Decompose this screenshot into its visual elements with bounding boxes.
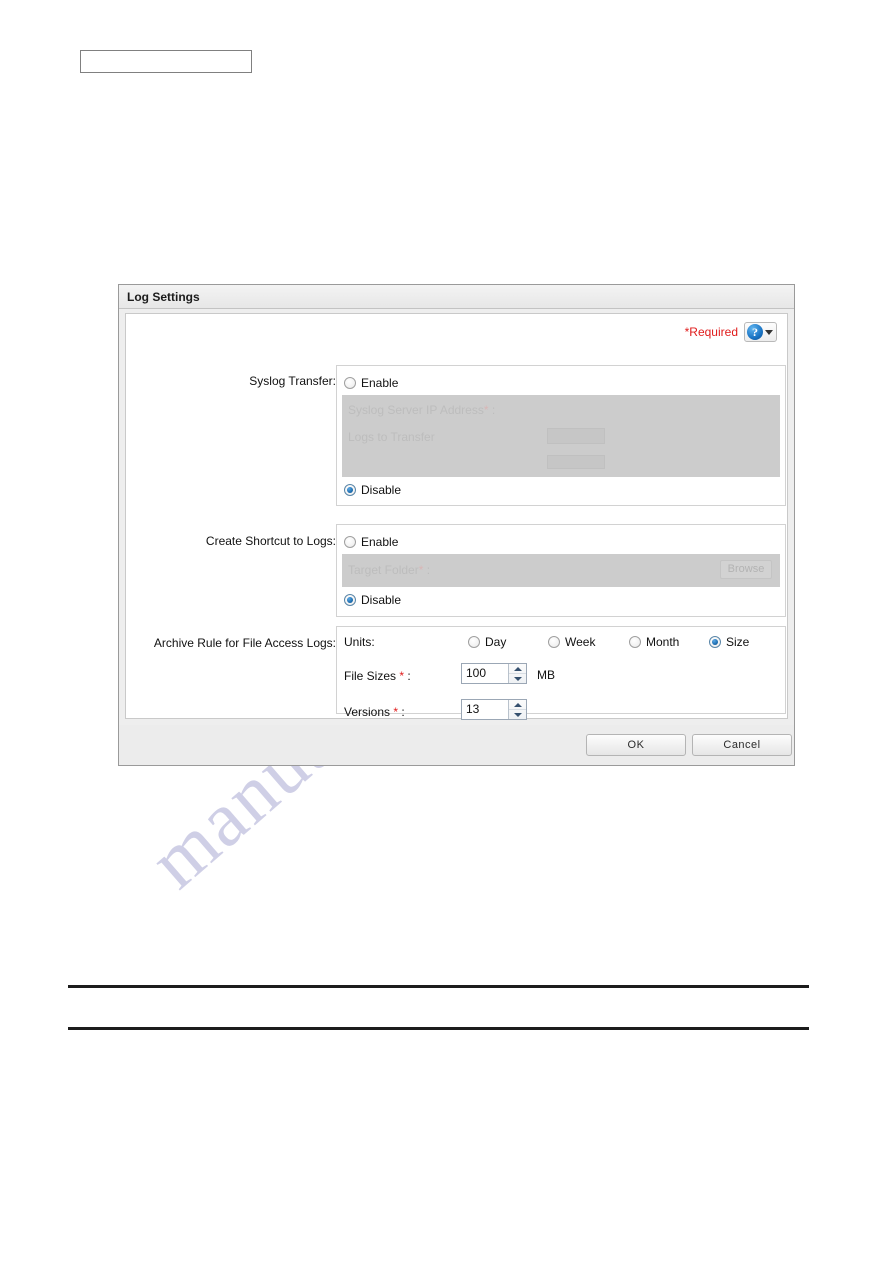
spin-down-icon[interactable] <box>509 673 526 683</box>
help-button[interactable]: ? <box>744 322 777 342</box>
log-settings-dialog: Log Settings *Required ? Syslog Transfer… <box>118 284 795 766</box>
top-text-field[interactable] <box>80 50 252 73</box>
syslog-disable-label: Disable <box>361 483 402 497</box>
shortcut-enable-label: Enable <box>361 535 399 549</box>
syslog-disabled-zone: Syslog Server IP Address* : Logs to Tran… <box>342 395 780 477</box>
unit-radio-size[interactable]: Size <box>709 635 749 649</box>
syslog-enable-radio[interactable]: Enable <box>344 376 398 390</box>
unit-size-label: Size <box>726 635 750 649</box>
dialog-footer: OK Cancel <box>119 725 794 765</box>
syslog-enable-label: Enable <box>361 376 399 390</box>
required-note: *Required <box>684 325 738 339</box>
ok-button[interactable]: OK <box>586 734 686 756</box>
units-label: Units: <box>344 635 375 649</box>
spin-down-icon[interactable] <box>509 709 526 719</box>
chevron-down-icon <box>765 329 773 335</box>
versions-stepper[interactable]: 13 <box>461 699 527 720</box>
browse-button[interactable]: Browse <box>720 560 772 579</box>
logs-to-transfer-ghost-control-2 <box>547 455 605 469</box>
create-shortcut-label: Create Shortcut to Logs: <box>205 534 336 548</box>
logs-to-transfer-ghost-control <box>547 428 605 444</box>
spin-up-icon[interactable] <box>509 664 526 673</box>
required-row: *Required ? <box>685 322 777 342</box>
unit-radio-week[interactable]: Week <box>548 635 595 649</box>
logs-to-transfer-label: Logs to Transfer <box>348 430 435 444</box>
create-shortcut-panel: Enable Target Folder* : Browse Disable <box>336 524 786 617</box>
versions-label: Versions * : <box>344 705 405 719</box>
archive-rule-label: Archive Rule for File Access Logs: <box>153 636 336 650</box>
file-sizes-unit: MB <box>537 668 555 682</box>
syslog-transfer-label: Syslog Transfer: <box>249 374 336 388</box>
syslog-disable-radio[interactable]: Disable <box>344 483 401 497</box>
radio-icon <box>468 636 480 648</box>
dialog-title: Log Settings <box>119 285 794 309</box>
page-divider-bottom <box>68 1027 809 1030</box>
unit-month-label: Month <box>646 635 680 649</box>
file-sizes-spin-buttons[interactable] <box>508 664 526 683</box>
file-sizes-label: File Sizes * : <box>344 669 411 683</box>
radio-icon <box>629 636 641 648</box>
radio-icon <box>344 377 356 389</box>
radio-icon <box>344 484 356 496</box>
radio-icon <box>344 594 356 606</box>
radio-icon <box>709 636 721 648</box>
cancel-button[interactable]: Cancel <box>692 734 792 756</box>
file-sizes-input[interactable]: 100 <box>462 664 508 683</box>
syslog-transfer-panel: Enable Syslog Server IP Address* : Logs … <box>336 365 786 506</box>
syslog-server-ip-label: Syslog Server IP Address* : <box>348 403 496 417</box>
shortcut-disabled-zone: Target Folder* : Browse <box>342 554 780 587</box>
target-folder-label: Target Folder* : <box>348 563 431 577</box>
spin-up-icon[interactable] <box>509 700 526 709</box>
shortcut-enable-radio[interactable]: Enable <box>344 535 398 549</box>
unit-week-label: Week <box>565 635 596 649</box>
archive-rule-panel: Units: Day Week Month Size File Sizes * … <box>336 626 786 745</box>
page-divider-top <box>68 985 809 988</box>
file-sizes-stepper[interactable]: 100 <box>461 663 527 684</box>
unit-radio-day[interactable]: Day <box>468 635 506 649</box>
shortcut-disable-label: Disable <box>361 593 402 607</box>
versions-spin-buttons[interactable] <box>508 700 526 719</box>
help-question-icon: ? <box>747 324 763 340</box>
radio-icon <box>344 536 356 548</box>
shortcut-disable-radio[interactable]: Disable <box>344 593 401 607</box>
radio-icon <box>548 636 560 648</box>
dialog-body: *Required ? Syslog Transfer: Enable Sysl… <box>125 313 788 745</box>
unit-radio-month[interactable]: Month <box>629 635 679 649</box>
unit-day-label: Day <box>485 635 507 649</box>
versions-input[interactable]: 13 <box>462 700 508 719</box>
